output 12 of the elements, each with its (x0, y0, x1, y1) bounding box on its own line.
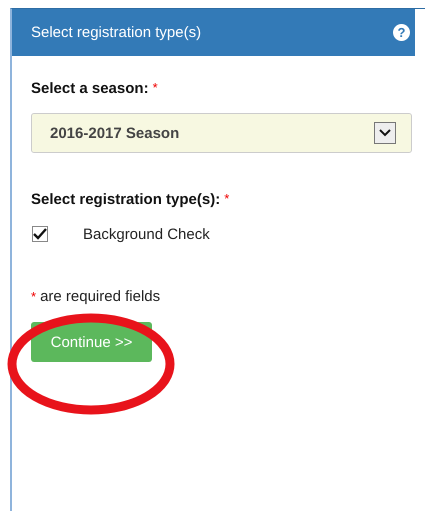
required-mark: * (224, 191, 230, 208)
season-dropdown[interactable]: 2016-2017 Season (31, 113, 412, 153)
field-label: Select registration type(s): (31, 191, 220, 208)
required-mark: * (31, 289, 36, 304)
field-label: Select a season: (31, 80, 149, 97)
required-note: are required fields (40, 288, 160, 305)
checkbox-label: Background Check (83, 226, 210, 242)
panel-title: Select registration type(s) (31, 24, 202, 41)
help-icon[interactable]: ? (393, 24, 410, 41)
checkbox[interactable] (32, 226, 48, 242)
caret-icon (374, 122, 396, 144)
required-mark: * (152, 80, 158, 97)
